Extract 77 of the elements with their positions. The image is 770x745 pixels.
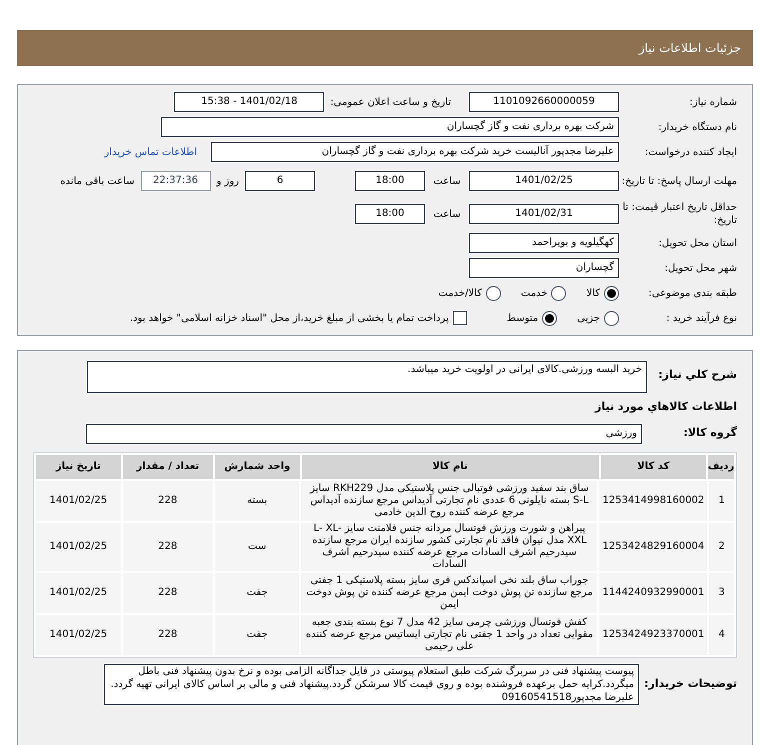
column-header: تعداد / مقدار bbox=[122, 454, 213, 478]
table-cell: 228 bbox=[122, 522, 213, 570]
field-label: گروه کالا: bbox=[682, 425, 737, 442]
table-cell: جفت bbox=[214, 572, 300, 612]
field-label: حداقل تاریخ اعتبار قیمت: تا تاریخ: bbox=[622, 201, 737, 227]
radio-button[interactable] bbox=[486, 286, 501, 300]
buyer-notes-box: پیوست پیشنهاد فنی در سربرگ شرکت طبق استعلام پیوستی در فایل جداگانه الزامی بوده و نرخ بدون پیشنهاد فنی باطل میگردد.کرایه حمل برعهده فروشنده بوده و روی قیمت کالا سرشکن گردد.پیشنهاد فنی و مالی بر اساس کالای ایرانی تهیه گردد. علیرضا مجدپور09160541518 bbox=[104, 664, 639, 704]
table-cell: 3 bbox=[709, 572, 734, 612]
time-label: ساعت bbox=[432, 208, 462, 222]
payment-option-label: پرداخت تمام یا بخشی از مبلغ خرید،از محل "اسناد خزانه اسلامی" خواهد بود. bbox=[130, 312, 449, 326]
field-label: تاریخ و ساعت اعلان عمومی: bbox=[330, 96, 451, 110]
table-cell: 1401/02/25 bbox=[36, 572, 121, 612]
table-cell: جفت bbox=[214, 614, 300, 654]
checkbox[interactable] bbox=[452, 311, 467, 325]
table-cell: 228 bbox=[122, 480, 213, 520]
days-field: 6 bbox=[245, 171, 315, 191]
table-cell: ست bbox=[214, 522, 300, 570]
column-header: ردیف bbox=[708, 454, 734, 478]
table-cell: 4 bbox=[709, 614, 734, 654]
contact-buyer-link[interactable]: اطلاعات تماس خریدار bbox=[104, 144, 197, 160]
city-field: گچساران bbox=[469, 258, 619, 278]
validity-date-field: 1401/02/31 bbox=[469, 204, 619, 224]
table-cell: جوراب ساق بلند نخی اسپاندکس فری سایز بسته پلاستیکی 1 جفتی مرجع سازنده تن پوش دوخت ایمن مرجع عرضه کننده تن پوش دوخت ایمن bbox=[301, 572, 598, 612]
table-cell: 1 bbox=[709, 480, 734, 520]
goods-group-field: ورزشی bbox=[86, 424, 642, 444]
table-cell: 1401/02/25 bbox=[36, 480, 121, 520]
column-header: نام کالا bbox=[302, 454, 599, 478]
radio-label: جزیی bbox=[577, 312, 600, 326]
field-label: طبقه بندی موضوعی: bbox=[648, 286, 737, 300]
column-header: تاریخ نیاز bbox=[36, 454, 121, 478]
table-cell: 1401/02/25 bbox=[36, 522, 121, 570]
table-cell: 1401/02/25 bbox=[36, 614, 121, 654]
table-cell: 228 bbox=[122, 614, 213, 654]
remaining-label: ساعت باقی مانده bbox=[60, 174, 134, 188]
remaining-time-field: 22:37:36 bbox=[140, 171, 210, 191]
radio-button[interactable] bbox=[604, 286, 619, 300]
field-label: ایجاد کننده درخواست: bbox=[644, 146, 737, 160]
table-cell: 1144240932990001 bbox=[599, 572, 708, 612]
field-label: شماره نیاز: bbox=[688, 96, 737, 110]
description-box: خرید البسه ورزشی.کالای ایرانی در اولویت خرید میباشد. bbox=[87, 361, 647, 393]
table-cell: 1253414998160002 bbox=[599, 480, 708, 520]
field-label: استان محل تحویل: bbox=[658, 236, 737, 250]
section-title: اطلاعات کالاهاي مورد نياز bbox=[594, 399, 737, 415]
requester-field: علیرضا مجدپور آنالیست خرید شرکت بهره برداری نفت و گاز گچساران bbox=[211, 142, 619, 162]
page-title: جزئیات اطلاعات نیاز bbox=[638, 40, 741, 57]
table-cell: 2 bbox=[709, 522, 734, 570]
need-number-field: 1101092660000059 bbox=[469, 92, 619, 112]
announce-datetime-field: 1401/02/18 - 15:38 bbox=[174, 92, 324, 112]
field-label: نام دستگاه خریدار: bbox=[657, 120, 737, 134]
field-label: توضیحات خریدار: bbox=[643, 676, 737, 692]
field-label: شرح کلي نياز: bbox=[657, 367, 737, 383]
province-field: کهگیلویه و بویراحمد bbox=[469, 233, 619, 253]
time-label: ساعت bbox=[432, 174, 462, 188]
table-cell: کفش فوتسال ورزشی چرمی سایز 42 مدل 7 نوع بسته بندی جعبه مقوایی تعداد در واحد 1 جفتی نام تجارتی ایساتیس مرجع عرضه کننده علی رحیمی bbox=[301, 614, 598, 654]
radio-button[interactable] bbox=[551, 286, 566, 300]
table-cell: 228 bbox=[122, 572, 213, 612]
validity-time-field: 18:00 bbox=[355, 204, 425, 224]
radio-button[interactable] bbox=[542, 310, 558, 326]
radio-button[interactable] bbox=[604, 310, 619, 326]
field-label: نوع فرآیند خرید : bbox=[665, 310, 737, 326]
field-label: شهر محل تحویل: bbox=[664, 262, 737, 276]
field-label: مهلت ارسال پاسخ: تا تاریخ: bbox=[620, 174, 737, 188]
column-header: واحد شمارش bbox=[214, 454, 300, 478]
deadline-time-field: 18:00 bbox=[355, 171, 425, 191]
table-cell: بسته bbox=[214, 480, 300, 520]
radio-label: خدمت bbox=[520, 286, 548, 300]
table-cell: پیراهن و شورت ورزش فوتسال مردانه جنس فلامنت سایز L- XL-XXL مدل نیوان فاقد نام تجارتی کشور سازنده ایران مرجع سازنده سیدرحیم اشرف السادات مرجع عرضه کننده سیدرحیم اشرف السادات bbox=[301, 522, 598, 570]
table-cell: ساق بند سفید ورزشی فوتبالی جنس پلاستیکی مدل RKH229 سایز S-L بسته نایلونی 6 عددی نام تجارتی آدیداس مرجع سازنده آدیداس مرجع عرضه کننده روح الدین خادمی bbox=[301, 480, 598, 520]
radio-label: متوسط bbox=[506, 312, 538, 326]
buyer-org-field: شرکت بهره برداری نفت و گاز گچساران bbox=[161, 117, 619, 137]
table-cell: 1253424923370001 bbox=[599, 614, 708, 654]
column-header: کد کالا bbox=[600, 454, 706, 478]
table-cell: 1253424829160004 bbox=[599, 522, 708, 570]
radio-label: کالا/خدمت bbox=[438, 286, 482, 300]
radio-label: کالا bbox=[586, 286, 600, 300]
deadline-date-field: 1401/02/25 bbox=[469, 171, 619, 191]
days-label: روز و bbox=[216, 174, 239, 188]
